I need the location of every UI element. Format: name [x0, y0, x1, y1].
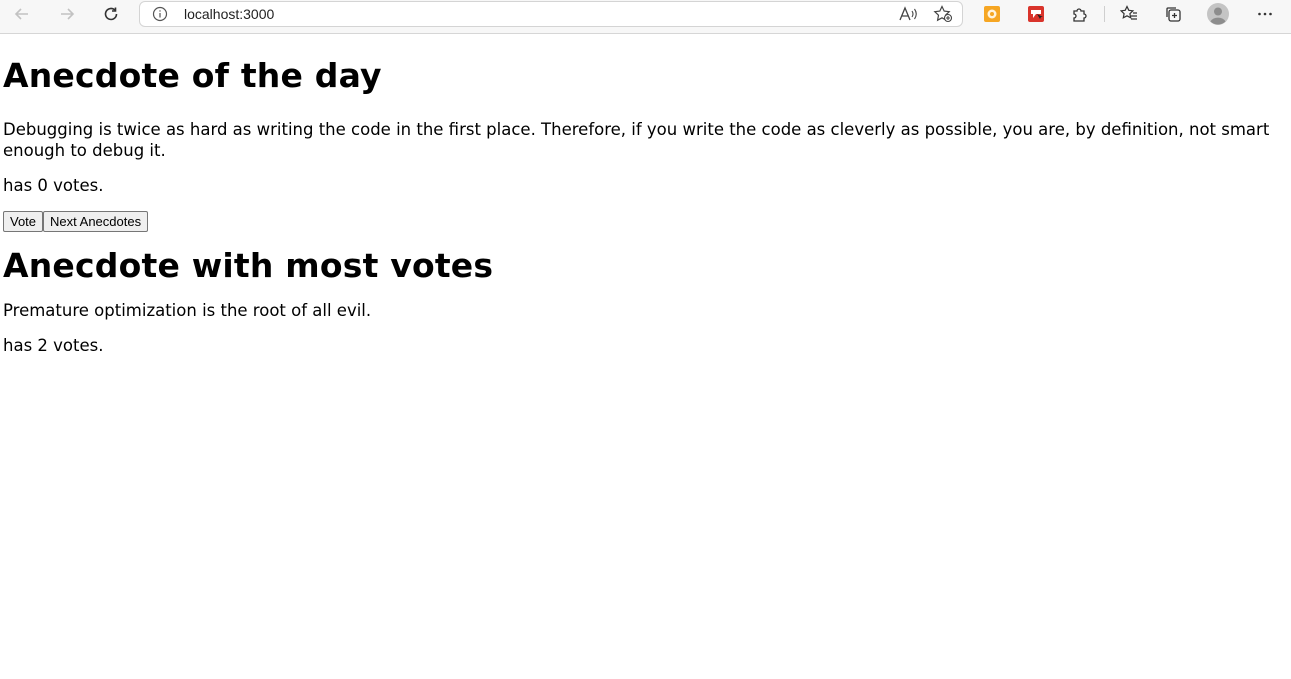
more-button[interactable] — [1251, 3, 1279, 25]
favorites-icon — [1120, 5, 1137, 20]
page-content: Anecdote of the day Debugging is twice a… — [0, 56, 1291, 356]
votes-count-text: has 0 votes. — [3, 176, 104, 195]
most-votes-count-text: has 2 votes. — [3, 336, 104, 355]
extension-orange-icon — [984, 6, 1000, 22]
profile-button[interactable] — [1204, 3, 1232, 25]
more-icon — [1258, 12, 1272, 16]
heading-anecdote-of-the-day: Anecdote of the day — [3, 56, 382, 95]
address-bar[interactable]: localhost:3000 — [139, 1, 963, 27]
puzzle-icon — [1073, 8, 1087, 22]
anecdote-text: Debugging is twice as hard as writing th… — [3, 120, 1270, 160]
extension-red-icon — [1028, 6, 1044, 22]
extension-red-button[interactable] — [1022, 3, 1050, 25]
reload-icon — [104, 7, 118, 21]
back-button[interactable] — [8, 3, 36, 25]
info-icon[interactable] — [152, 6, 168, 22]
extensions-button[interactable] — [1066, 3, 1094, 25]
arrow-right-icon — [61, 8, 75, 20]
url-text[interactable]: localhost:3000 — [184, 6, 274, 22]
most-voted-anecdote-text: Premature optimization is the root of al… — [3, 301, 372, 320]
add-favorite-icon[interactable] — [933, 5, 953, 23]
reload-button[interactable] — [97, 3, 125, 25]
avatar-icon — [1207, 3, 1229, 25]
next-anecdote-button[interactable]: Next Anecdotes — [43, 211, 149, 232]
read-aloud-icon[interactable] — [898, 5, 918, 23]
favorites-button[interactable] — [1115, 3, 1143, 25]
collections-icon — [1166, 7, 1181, 22]
forward-button[interactable] — [53, 3, 81, 25]
vote-button[interactable]: Vote — [3, 211, 44, 232]
browser-toolbar: localhost:3000 — [0, 0, 1291, 34]
extension-orange-button[interactable] — [978, 3, 1006, 25]
heading-most-votes: Anecdote with most votes — [3, 246, 494, 285]
collections-button[interactable] — [1159, 3, 1187, 25]
button-row: Vote Next Anecdotes — [3, 211, 1288, 232]
toolbar-divider — [1104, 6, 1105, 22]
arrow-left-icon — [14, 8, 28, 20]
